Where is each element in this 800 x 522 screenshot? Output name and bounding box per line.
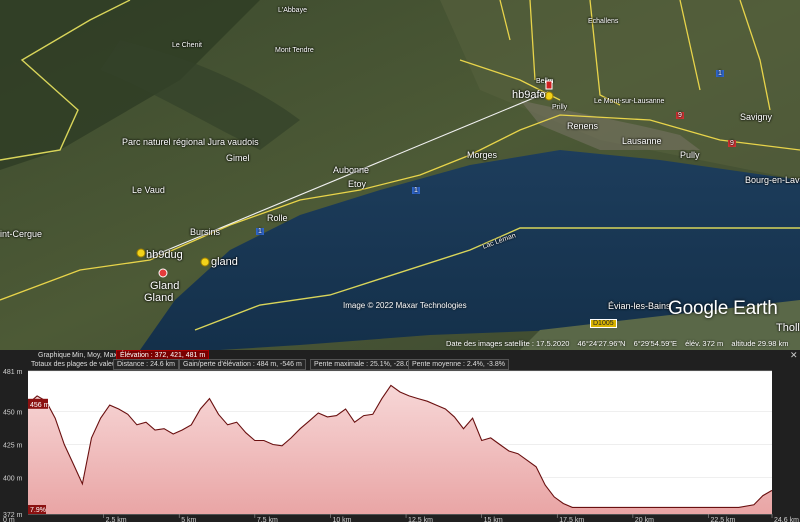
close-icon[interactable]: ✕ — [790, 350, 798, 361]
marker-top-label: 456 m — [30, 402, 50, 409]
place-label: Bursins — [190, 227, 221, 237]
totals-label: Totaux des plages de valeurs : — [31, 361, 126, 368]
place-label: Bourg-en-Lava — [745, 175, 800, 185]
place-label: Le Mont-sur-Lausanne — [594, 98, 665, 105]
road-badge: 9 — [676, 112, 684, 119]
place-label: Gland — [150, 280, 180, 292]
elevation-profile-panel: Graphique : Min, Moy, Max Élévation : 37… — [0, 350, 800, 522]
x-tick-label: 7.5 km — [257, 517, 278, 522]
place-label: Lausanne — [622, 136, 662, 146]
cursor-longitude: 6°29'54.59"E — [633, 339, 677, 348]
place-label: Echallens — [588, 18, 619, 25]
place-label: Mont Tendre — [275, 47, 314, 54]
place-label: Prilly — [552, 104, 568, 111]
place-label: Morges — [467, 150, 498, 160]
road-badge: 1 — [716, 70, 724, 77]
place-label: Rolle — [267, 213, 288, 223]
map-view[interactable]: L'Abbaye Le Chenit Mont Tendre Echallens… — [0, 0, 800, 350]
x-tick-label: 2.5 km — [106, 517, 127, 522]
place-label: Savigny — [740, 112, 773, 122]
x-tick-label: 24.6 km — [774, 517, 799, 522]
google-earth-logo: Google Earth — [668, 298, 778, 319]
road-number-badge: D1005 — [590, 319, 617, 328]
map-status-bar: Date des images satellite : 17.5.2020 46… — [446, 339, 795, 348]
x-tick-label: 20 km — [635, 517, 654, 522]
place-label: Thollo — [776, 322, 800, 334]
x-tick-label: 10 km — [332, 517, 351, 522]
x-origin-label: 0 m — [3, 517, 15, 522]
place-label: int-Cergue — [0, 229, 43, 239]
place-label: Etoy — [348, 179, 367, 189]
location-marker-icon[interactable] — [158, 268, 168, 278]
placemark-pin-icon[interactable] — [136, 248, 146, 258]
x-tick-label: 15 km — [484, 517, 503, 522]
cursor-latitude: 46°24'27.96"N — [577, 339, 626, 348]
y-tick-label: 481 m — [3, 369, 23, 376]
place-label: Pully — [680, 150, 700, 160]
marker-bottom-label: 7.9% — [30, 507, 46, 514]
x-tick-label: 5 km — [181, 517, 196, 522]
place-label: Parc naturel régional Jura vaudois — [122, 137, 259, 147]
place-label: Renens — [567, 121, 599, 131]
y-tick-label: 450 m — [3, 410, 23, 417]
graph-label: Graphique : — [38, 352, 75, 359]
elevation-profile-chart[interactable]: 481 m450 m425 m400 m372 m2.5 km 5 km 7.5 k… — [0, 369, 800, 522]
placemark-pin-icon[interactable] — [200, 257, 210, 267]
placemark-label-gland[interactable]: gland — [211, 256, 238, 268]
placemark-label-hb9dug[interactable]: hb9dug — [146, 249, 183, 261]
imagery-copyright: Image © 2022 Maxar Technologies — [343, 301, 467, 310]
eye-altitude: altitude 29.98 km — [731, 339, 789, 348]
imagery-date: Date des images satellite : 17.5.2020 — [446, 339, 570, 348]
place-label: Évian-les-Bains — [608, 301, 671, 311]
x-tick-label: 22.5 km — [710, 517, 735, 522]
y-tick-label: 400 m — [3, 475, 23, 482]
road-badge: 1 — [412, 187, 420, 194]
road-badge: 9 — [728, 140, 736, 147]
placemark-label-hb9afo[interactable]: hb9afo — [512, 89, 546, 101]
cursor-elevation: élév. 372 m — [685, 339, 724, 348]
road-badge: 1 — [256, 228, 264, 235]
y-tick-label: 425 m — [3, 442, 23, 449]
place-label: Le Vaud — [132, 185, 165, 195]
profile-toolbar: Graphique : Min, Moy, Max Élévation : 37… — [0, 350, 800, 370]
place-label: Gimel — [226, 153, 250, 163]
place-label: L'Abbaye — [278, 7, 307, 14]
place-label: Gland — [144, 292, 174, 304]
min-avg-max-label[interactable]: Min, Moy, Max — [72, 351, 117, 360]
x-tick-label: 17.5 km — [559, 517, 584, 522]
place-label: Aubonne — [333, 165, 370, 175]
x-tick-label: 12.5 km — [408, 517, 433, 522]
place-label: Le Chenit — [172, 42, 202, 49]
